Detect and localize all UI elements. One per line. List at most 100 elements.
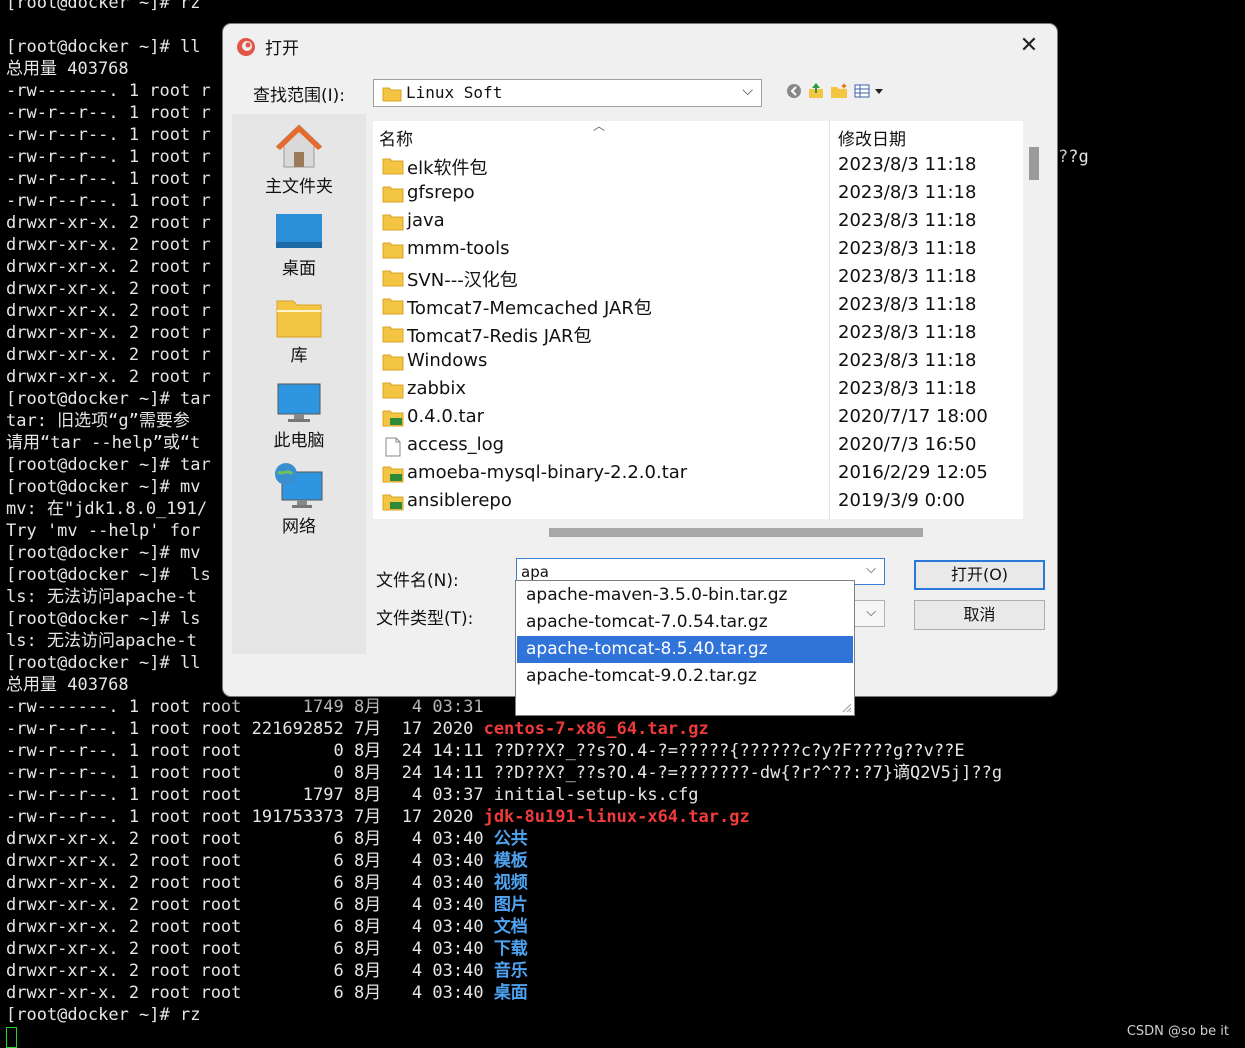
open-button[interactable]: 打开(O) [914,560,1045,590]
autocomplete-item[interactable]: apache-maven-3.5.0-bin.tar.gz [517,582,853,609]
new-folder-icon[interactable] [829,81,849,101]
file-row[interactable]: Tomcat7-Redis JAR包 2023/8/3 11:18 [373,319,1023,347]
terminal-line: -rw-r--r--. 1 root root 0 8月 24 14:11 ??… [6,763,1003,783]
autocomplete-item[interactable]: apache-tomcat-7.0.54.tar.gz [517,609,853,636]
file-row[interactable]: gfsrepo 2023/8/3 11:18 [373,179,1023,207]
terminal-line[interactable] [6,1026,1245,1048]
file-date: 2016/2/29 12:05 [838,462,988,483]
file-date: 2023/8/3 11:18 [838,322,977,343]
file-name: java [407,210,445,231]
file-name: Windows [407,350,488,371]
file-row[interactable]: ansiblerepo 2019/3/9 0:00 [373,487,1023,515]
folder-icon [382,270,404,287]
file-row[interactable]: 0.4.0.tar 2020/7/17 18:00 [373,403,1023,431]
file-row[interactable]: elk软件包 2023/8/3 11:18 [373,151,1023,179]
place-library[interactable]: 库 [232,297,366,366]
file-name: gfsrepo [407,182,475,203]
directory-name: 模板 [493,851,528,871]
scrollbar-thumb[interactable] [549,528,923,537]
directory-name: 图片 [493,895,528,915]
folder-icon [382,214,404,231]
archive-icon [382,410,404,427]
file-name-label: 文件名(N): [376,571,459,591]
file-row[interactable]: java 2023/8/3 11:18 [373,207,1023,235]
place-label: 网络 [282,517,316,537]
library-icon [276,300,322,338]
terminal-line: drwxr-xr-x. 2 root root 6 8月 4 03:40 桌面 [6,983,528,1003]
vertical-scrollbar-thumb[interactable] [1029,147,1039,180]
file-date: 2023/8/3 11:18 [838,238,977,259]
places-sidebar: 主文件夹 桌面 库 此电脑 网络 [232,114,366,654]
autocomplete-item-selected[interactable]: apache-tomcat-8.5.40.tar.gz [517,636,853,663]
place-this-pc[interactable]: 此电脑 [232,382,366,451]
file-name-value: apa [521,563,549,581]
archive-icon [382,494,404,511]
directory-name: 下载 [493,939,528,959]
autocomplete-list[interactable]: apache-maven-3.5.0-bin.tar.gz apache-tom… [515,580,855,716]
file-list[interactable]: ︿ 名称 修改日期 elk软件包 2023/8/3 11:18 gfsrepo … [373,121,1023,519]
terminal-line: drwxr-xr-x. 2 root root 6 8月 4 03:40 图片 [6,895,528,915]
look-in-dropdown[interactable]: Linux Soft ⌵ [373,79,762,107]
terminal-line: [root@docker ~]# rz [6,0,201,13]
folder-icon [382,87,402,102]
view-menu-icon[interactable] [853,81,887,101]
chevron-down-icon: ⌵ [866,605,876,620]
folder-icon [382,382,404,399]
column-header-name[interactable]: 名称 [379,125,413,150]
document-icon [385,437,401,457]
home-icon [275,124,323,168]
up-folder-icon[interactable] [806,81,826,101]
place-desktop[interactable]: 桌面 [232,212,366,279]
archive-filename: centos-7-x86_64.tar.gz [483,719,709,739]
column-header-date[interactable]: 修改日期 [838,125,906,150]
folder-icon [382,242,404,259]
file-row[interactable]: access_log 2020/7/3 16:50 [373,431,1023,459]
close-button[interactable]: ✕ [1013,32,1045,60]
back-icon[interactable] [784,81,804,101]
file-date: 2019/3/9 0:00 [838,490,965,511]
terminal-line: -rw-r--r--. 1 root root 191753373 7月 17 … [6,807,750,827]
archive-filename: jdk-8u191-linux-x64.tar.gz [483,807,750,827]
folder-icon [382,186,404,203]
file-name: SVN---汉化包 [407,270,518,291]
file-row[interactable]: SVN---汉化包 2023/8/3 11:18 [373,263,1023,291]
autocomplete-item[interactable]: apache-tomcat-9.0.2.tar.gz [517,663,853,690]
dialog-title: 打开 [265,39,299,59]
terminal-line: -rw-r--r--. 1 root root 221692852 7月 17 … [6,719,709,739]
place-network[interactable]: 网络 [232,462,366,537]
file-date: 2020/7/3 16:50 [838,434,977,455]
file-date: 2023/8/3 11:18 [838,182,977,203]
file-name: 0.4.0.tar [407,406,485,427]
file-name: mmm-tools [407,238,510,259]
terminal-line: drwxr-xr-x. 2 root root 6 8月 4 03:40 公共 [6,829,528,849]
file-date: 2023/8/3 11:18 [838,154,977,175]
network-icon [275,463,323,508]
directory-name: 桌面 [493,983,528,1003]
look-in-label: 查找范围(I): [253,86,346,106]
file-date: 2023/8/3 11:18 [838,294,977,315]
computer-icon [277,383,321,422]
terminal-line: drwxr-xr-x. 2 root root 6 8月 4 03:40 音乐 [6,961,528,981]
directory-name: 音乐 [493,961,528,981]
file-row[interactable]: Windows 2023/8/3 11:18 [373,347,1023,375]
desktop-icon [276,214,322,248]
chevron-down-icon: ⌵ [742,83,753,99]
file-row[interactable]: mmm-tools 2023/8/3 11:18 [373,235,1023,263]
directory-name: 公共 [493,829,528,849]
terminal-line: drwxr-xr-x. 2 root root 6 8月 4 03:40 下载 [6,939,528,959]
directory-name: 视频 [493,873,528,893]
place-label: 库 [290,346,308,366]
chevron-down-icon[interactable]: ⌵ [866,562,876,577]
close-icon: ✕ [1019,33,1039,58]
file-row[interactable]: amoeba-mysql-binary-2.2.0.tar 2016/2/29 … [373,459,1023,487]
cancel-button[interactable]: 取消 [914,600,1045,630]
terminal-overflow-text: ??g [1058,147,1089,167]
dialog-titlebar[interactable]: 打开 ✕ [223,24,1057,68]
folder-icon [382,354,404,371]
file-date: 2023/8/3 11:18 [838,266,977,287]
file-row[interactable]: zabbix 2023/8/3 11:18 [373,375,1023,403]
horizontal-scrollbar[interactable] [373,521,1023,537]
file-row[interactable]: Tomcat7-Memcached JAR包 2023/8/3 11:18 [373,291,1023,319]
resize-grip-icon[interactable] [840,701,852,713]
place-home[interactable]: 主文件夹 [232,122,366,197]
